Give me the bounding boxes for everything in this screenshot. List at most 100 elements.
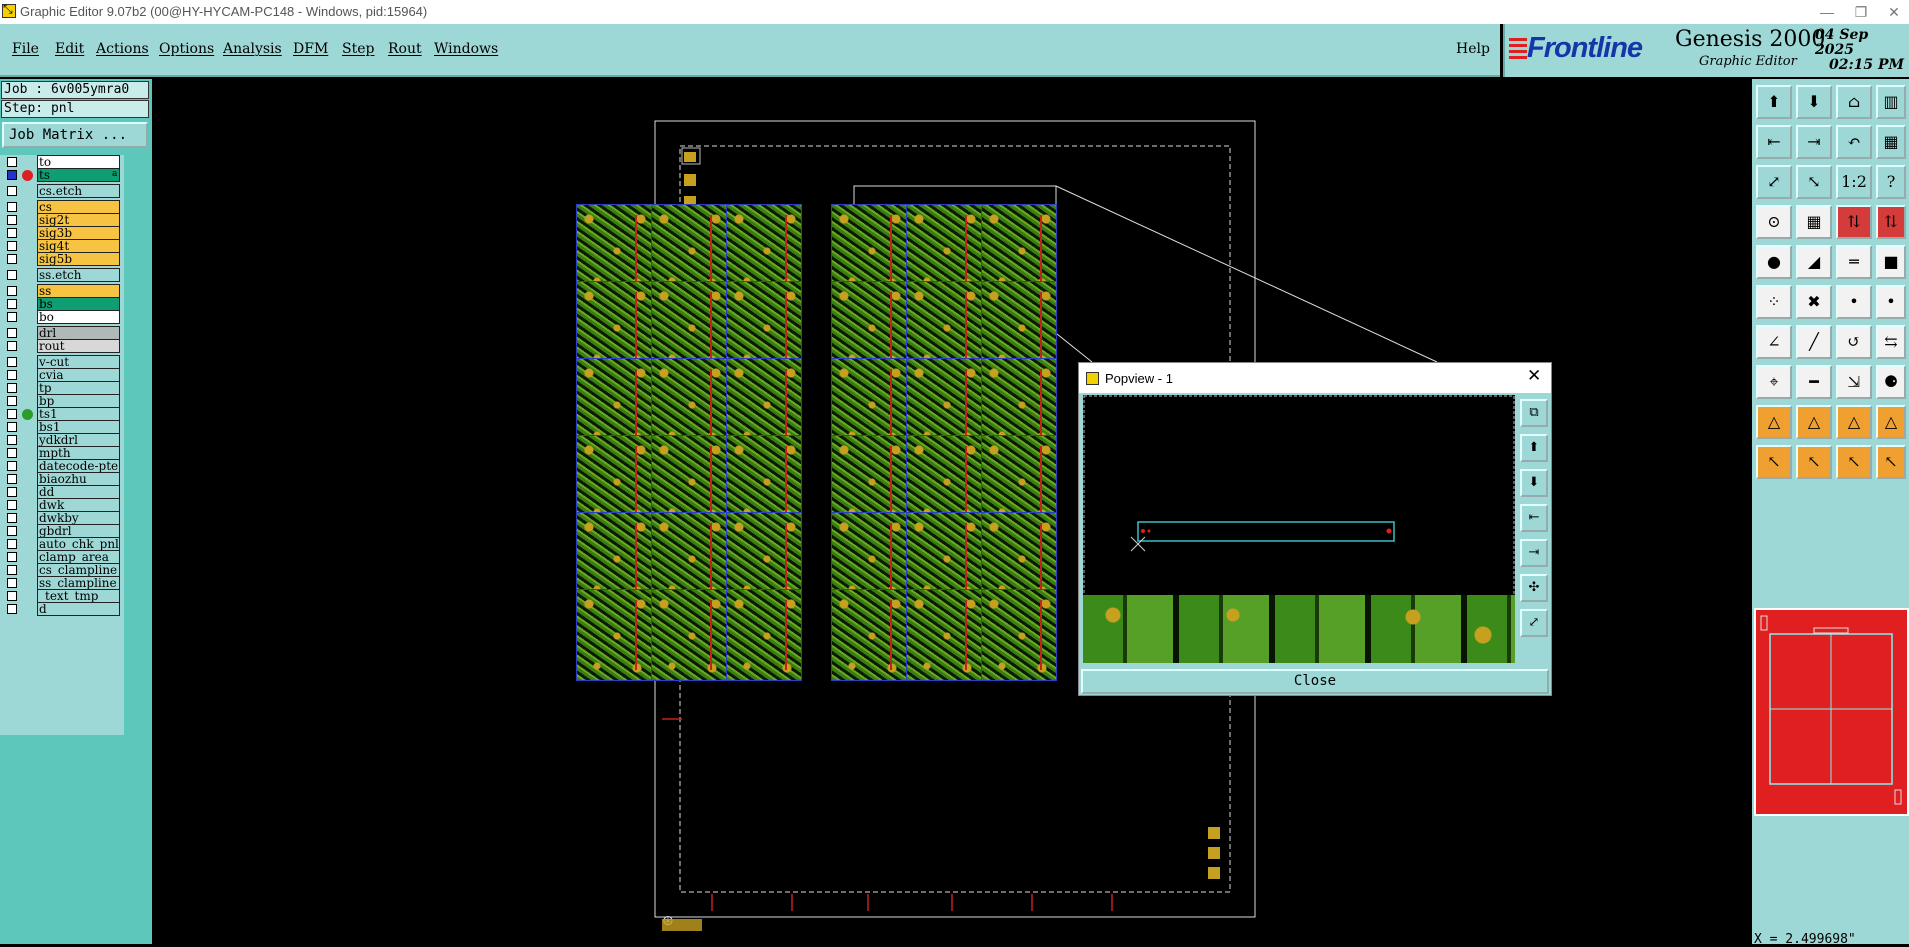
popview-tool-1-icon[interactable]: ⬆ [1520, 434, 1548, 462]
layer-name[interactable]: dwk [37, 498, 120, 512]
layer-name[interactable]: to [37, 155, 120, 169]
layer-checkbox[interactable] [7, 370, 17, 380]
grid-toggle-icon[interactable]: ▦ [1796, 205, 1832, 239]
layer-name[interactable]: tp [37, 381, 120, 395]
angle-icon[interactable]: ∠ [1756, 325, 1792, 359]
zoom-fit-icon[interactable]: ⬇ [1796, 85, 1832, 119]
layer-row-bo[interactable]: bo [0, 310, 124, 325]
zoom-home-icon[interactable]: ⬆ [1756, 85, 1792, 119]
layer-checkbox[interactable] [7, 241, 17, 251]
layer-row-d[interactable]: d [0, 602, 124, 617]
rotate-icon[interactable]: ↺ [1836, 325, 1872, 359]
popview-tool-6-icon[interactable]: ⤢ [1520, 609, 1548, 637]
layer-checkbox[interactable] [7, 157, 17, 167]
layer-name[interactable]: biaozhu [37, 472, 120, 486]
layer-checkbox[interactable] [7, 513, 17, 523]
layer-name[interactable]: cvia [37, 368, 120, 382]
camera-icon[interactable]: ● [1756, 245, 1792, 279]
layer-name[interactable]: auto_chk_pnl [37, 537, 120, 551]
layer-name[interactable]: sig2t [37, 213, 120, 227]
connect-icon[interactable]: ⁘ [1756, 285, 1792, 319]
layer-checkbox[interactable] [7, 578, 17, 588]
layer-checkbox[interactable] [7, 254, 17, 264]
layer-checkbox[interactable] [7, 552, 17, 562]
pan-left-icon[interactable]: ⇤ [1756, 125, 1792, 159]
layer-checkbox[interactable] [7, 383, 17, 393]
layer-name[interactable]: dd [37, 485, 120, 499]
layer-checkbox[interactable] [7, 312, 17, 322]
layer-checkbox[interactable] [7, 328, 17, 338]
layer-checkbox[interactable] [7, 299, 17, 309]
layer-name[interactable]: ts [37, 168, 120, 182]
layer-name[interactable]: ss.etch [37, 268, 120, 282]
point2-icon[interactable]: • [1876, 285, 1906, 319]
triangle3-icon[interactable]: △ [1836, 405, 1872, 439]
zoom-back-icon[interactable]: ↶ [1836, 125, 1872, 159]
menu-rout[interactable]: Rout [388, 41, 422, 57]
layer-name[interactable]: bs1 [37, 420, 120, 434]
layer-red2-icon[interactable]: ⇅ [1876, 205, 1906, 239]
layer-row-rout[interactable]: rout [0, 339, 124, 354]
arc-icon[interactable]: ◢ [1796, 245, 1832, 279]
popview-tool-2-icon[interactable]: ⬇ [1520, 469, 1548, 497]
scale-1-2-icon[interactable]: 1:2 [1836, 165, 1872, 199]
layer-checkbox[interactable] [7, 448, 17, 458]
ruler-icon[interactable]: ═ [1836, 245, 1872, 279]
layer-name[interactable]: ydkdrl [37, 433, 120, 447]
job-matrix-button[interactable]: Job Matrix ... [2, 122, 148, 148]
layer-name[interactable]: bo [37, 310, 120, 324]
layer-name[interactable]: bs [37, 297, 120, 311]
measure-icon[interactable]: ⌖ [1756, 365, 1792, 399]
select-icon[interactable]: ↖ [1756, 445, 1792, 479]
layer-checkbox[interactable] [7, 186, 17, 196]
layer-checkbox[interactable] [7, 170, 17, 180]
cross-icon[interactable]: ✖ [1796, 285, 1832, 319]
home-icon[interactable]: ⌂ [1836, 85, 1872, 119]
layer-checkbox[interactable] [7, 228, 17, 238]
layer-checkbox[interactable] [7, 202, 17, 212]
layer-name[interactable]: dwkby [37, 511, 120, 525]
layer-row-sig5b[interactable]: sig5b [0, 252, 124, 267]
triangle-icon[interactable]: △ [1756, 405, 1792, 439]
layer-name[interactable]: ss [37, 284, 120, 298]
layer-checkbox[interactable] [7, 286, 17, 296]
select2-icon[interactable]: ↖ [1796, 445, 1832, 479]
layer-checkbox[interactable] [7, 435, 17, 445]
shape-icon[interactable]: ⚈ [1876, 365, 1906, 399]
layer-name[interactable]: sig5b [37, 252, 120, 266]
menu-windows[interactable]: Windows [434, 41, 498, 57]
layer-checkbox[interactable] [7, 461, 17, 471]
popview-canvas[interactable] [1083, 395, 1515, 663]
restore-button[interactable]: ❐ [1846, 2, 1876, 22]
layer-name[interactable]: bp [37, 394, 120, 408]
popview-tool-5-icon[interactable]: ✣ [1520, 574, 1548, 602]
line-icon[interactable]: ╱ [1796, 325, 1832, 359]
menu-dfm[interactable]: DFM [293, 41, 328, 57]
layer-checkbox[interactable] [7, 409, 17, 419]
layer-checkbox[interactable] [7, 591, 17, 601]
triangle4-icon[interactable]: △ [1876, 405, 1906, 439]
layer-name[interactable]: gbdrl [37, 524, 120, 538]
popview-tool-0-icon[interactable]: ⧉ [1520, 399, 1548, 427]
pan-right-icon[interactable]: ⇥ [1796, 125, 1832, 159]
layer-name[interactable]: ss_clampline [37, 576, 120, 590]
layer-name[interactable]: sig3b [37, 226, 120, 240]
layer-name[interactable]: cs [37, 200, 120, 214]
menu-file[interactable]: File [12, 41, 39, 57]
layer-row-ss-etch[interactable]: ss.etch [0, 268, 124, 283]
navigation-map[interactable] [1754, 608, 1909, 816]
popview-tool-4-icon[interactable]: ⇥ [1520, 539, 1548, 567]
menu-edit[interactable]: Edit [55, 41, 84, 57]
layer-name[interactable]: cs_clampline [37, 563, 120, 577]
popview-close-button[interactable]: Close [1081, 669, 1549, 694]
popview-tool-3-icon[interactable]: ⇤ [1520, 504, 1548, 532]
layer-red-icon[interactable]: ⇅ [1836, 205, 1872, 239]
popview-window[interactable]: Popview - 1 ✕ ⧉ ⬆ ⬇ ⇤ ⇥ ✣ ⤢ Close [1078, 362, 1552, 696]
layer-checkbox[interactable] [7, 487, 17, 497]
layer-name[interactable]: drl [37, 326, 120, 340]
minimize-button[interactable]: — [1812, 2, 1842, 22]
layer-checkbox[interactable] [7, 474, 17, 484]
window-close-button[interactable]: ✕ [1879, 2, 1909, 22]
bar-icon[interactable]: ━ [1796, 365, 1832, 399]
layer-name[interactable]: clamp_area [37, 550, 120, 564]
